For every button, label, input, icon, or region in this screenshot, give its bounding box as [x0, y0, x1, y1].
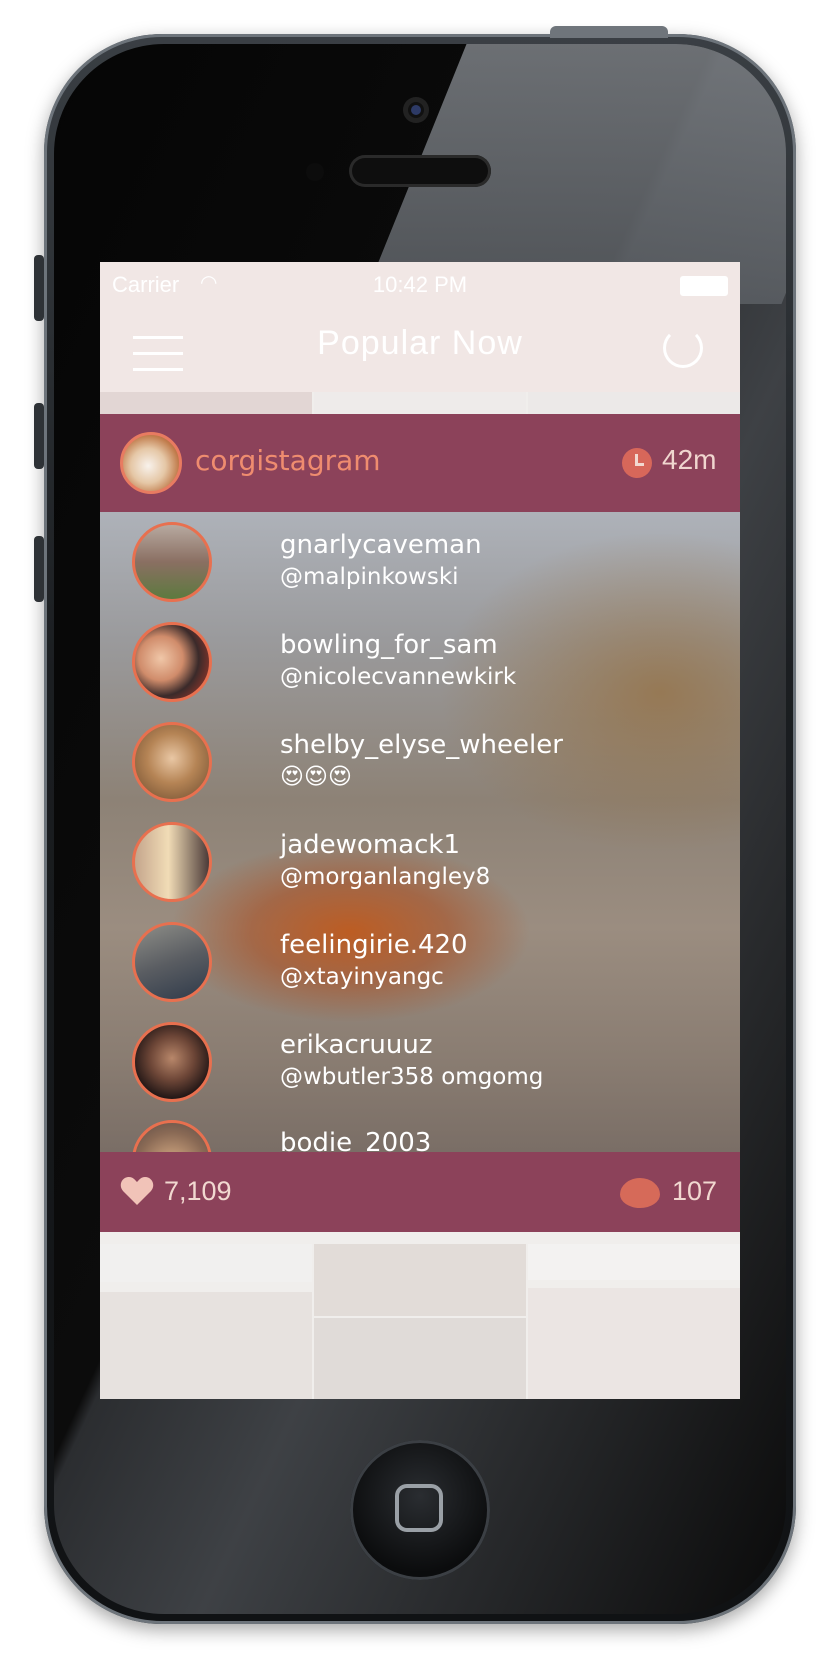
avatar[interactable] [132, 1022, 212, 1102]
liker-username[interactable]: erikacruuuz [280, 1030, 433, 1060]
likers-list[interactable]: gnarlycaveman @malpinkowski bowling_for_… [100, 512, 740, 1152]
mute-switch [34, 255, 44, 321]
liker-username[interactable]: jadewomack1 [280, 830, 460, 860]
navigation-bar: Popular Now [100, 302, 740, 392]
grid-tile[interactable] [314, 392, 526, 414]
comment-icon[interactable] [620, 1178, 660, 1208]
post-age: 42m [662, 444, 717, 475]
grid-tile[interactable] [314, 1318, 526, 1399]
front-camera [403, 97, 429, 123]
liker-subtitle: 😍😍😍 [280, 764, 352, 790]
clock-time: 10:42 PM [372, 272, 468, 297]
grid-tile[interactable] [528, 392, 740, 414]
battery-icon [680, 276, 728, 296]
grid-tile[interactable] [528, 1288, 740, 1399]
list-item[interactable]: erikacruuuz @wbutler358 omgomg [132, 1022, 732, 1122]
grid-tile[interactable] [100, 1244, 312, 1282]
liker-subtitle: @wbutler358 omgomg [280, 1064, 544, 1090]
earpiece-speaker [349, 155, 491, 187]
clock-icon [622, 448, 652, 478]
photo-grid-top [100, 392, 740, 414]
list-item[interactable]: bodie_2003 [132, 1120, 732, 1152]
post-header: corgistagram 42m [100, 414, 740, 512]
post-footer: 7,109 107 [100, 1152, 740, 1232]
page-title: Popular Now [317, 324, 523, 362]
list-item[interactable]: bowling_for_sam @nicolecvannewkirk [132, 622, 732, 722]
avatar[interactable] [132, 822, 212, 902]
liker-username[interactable]: bodie_2003 [280, 1128, 431, 1152]
liker-username[interactable]: feelingirie.420 [280, 930, 468, 960]
avatar[interactable] [132, 522, 212, 602]
liker-subtitle: @xtayinyangc [280, 964, 444, 990]
home-button[interactable] [350, 1440, 490, 1580]
grid-tile[interactable] [100, 1292, 312, 1399]
grid-tile[interactable] [100, 392, 312, 414]
liker-username[interactable]: gnarlycaveman [280, 530, 482, 560]
comment-count: 107 [672, 1176, 718, 1206]
home-square-icon [395, 1484, 443, 1532]
liker-subtitle: @malpinkowski [280, 564, 459, 590]
proximity-sensor [306, 163, 324, 181]
list-item[interactable]: gnarlycaveman @malpinkowski [132, 522, 732, 622]
status-bar: Carrier ◠ 10:42 PM [100, 262, 740, 302]
list-item[interactable]: jadewomack1 @morganlangley8 [132, 822, 732, 922]
refresh-icon[interactable] [663, 328, 703, 368]
volume-up-button [34, 403, 44, 469]
avatar[interactable] [120, 432, 182, 494]
like-count: 7,109 [164, 1176, 232, 1206]
volume-down-button [34, 536, 44, 602]
liker-username[interactable]: bowling_for_sam [280, 630, 498, 660]
grid-tile[interactable] [314, 1244, 526, 1316]
list-item[interactable]: shelby_elyse_wheeler 😍😍😍 [132, 722, 732, 822]
photo-grid-bottom [100, 1232, 740, 1399]
list-item[interactable]: feelingirie.420 @xtayinyangc [132, 922, 732, 1022]
post-username[interactable]: corgistagram [195, 444, 381, 477]
avatar[interactable] [132, 622, 212, 702]
liker-subtitle: @morganlangley8 [280, 864, 491, 890]
heart-icon[interactable] [120, 1176, 154, 1206]
screen: Carrier ◠ 10:42 PM Popular Now corgistag… [100, 262, 740, 1399]
power-button [550, 26, 668, 38]
avatar[interactable] [132, 922, 212, 1002]
avatar[interactable] [132, 722, 212, 802]
grid-tile[interactable] [528, 1244, 740, 1280]
liker-subtitle: @nicolecvannewkirk [280, 664, 517, 690]
avatar[interactable] [132, 1120, 212, 1152]
liker-username[interactable]: shelby_elyse_wheeler [280, 730, 563, 760]
